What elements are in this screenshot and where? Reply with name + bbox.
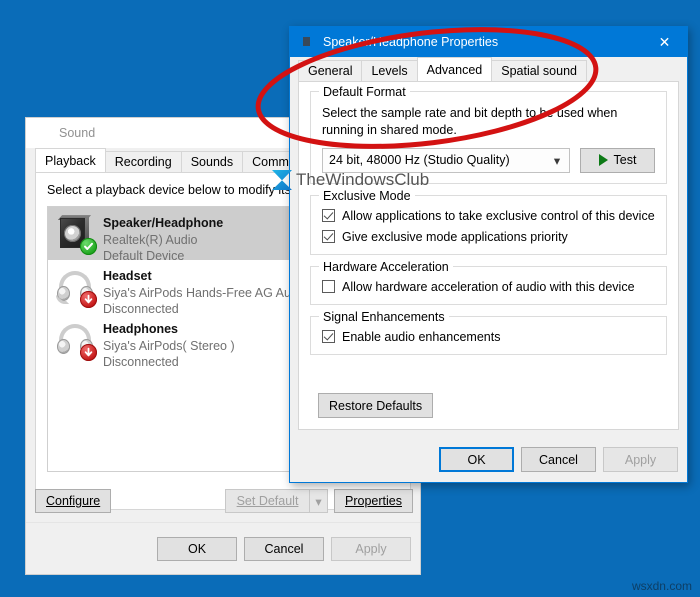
- default-format-hint: Select the sample rate and bit depth to …: [322, 106, 618, 137]
- tab-spatial-sound[interactable]: Spatial sound: [491, 60, 587, 81]
- down-arrow-badge-icon: [80, 291, 97, 308]
- properties-footer: OK Cancel Apply: [290, 437, 687, 482]
- speaker-icon: [35, 125, 51, 141]
- sound-window-footer: OK Cancel Apply: [26, 522, 420, 575]
- set-default-button[interactable]: Set Default: [225, 489, 310, 513]
- tab-general[interactable]: General: [298, 60, 363, 81]
- speaker-properties-icon: [299, 34, 315, 50]
- down-arrow-badge-icon: [80, 344, 97, 361]
- exclusive-mode-legend: Exclusive Mode: [319, 188, 415, 203]
- default-format-group: Default Format Select the sample rate an…: [310, 85, 667, 184]
- exclusive-mode-group: Exclusive Mode Allow applications to tak…: [310, 188, 667, 255]
- properties-cancel-button[interactable]: Cancel: [521, 447, 596, 472]
- headset-icon: [55, 267, 97, 309]
- check-badge-icon: [80, 238, 97, 255]
- test-button[interactable]: Test: [580, 147, 655, 173]
- audio-enhancements-label: Enable audio enhancements: [342, 329, 501, 344]
- configure-button-label: Configure: [46, 494, 101, 508]
- tab-playback[interactable]: Playback: [35, 148, 106, 172]
- properties-tabstrip[interactable]: General Levels Advanced Spatial sound: [290, 57, 687, 81]
- hardware-acceleration-legend: Hardware Acceleration: [319, 259, 453, 274]
- default-format-legend: Default Format: [319, 85, 410, 99]
- hardware-acceleration-checkbox[interactable]: [322, 280, 335, 293]
- tab-advanced[interactable]: Advanced: [416, 57, 493, 81]
- device-info: Headphones Siya's AirPods( Stereo ) Disc…: [103, 320, 235, 371]
- sound-cancel-button[interactable]: Cancel: [244, 537, 324, 561]
- exclusive-priority-checkbox-row[interactable]: Give exclusive mode applications priorit…: [322, 230, 655, 244]
- hardware-acceleration-label: Allow hardware acceleration of audio wit…: [342, 279, 635, 294]
- properties-apply-button: Apply: [603, 447, 678, 472]
- sound-window-action-bar: Configure Set Default ▾ Properties: [35, 489, 413, 513]
- device-info: Speaker/Headphone Realtek(R) Audio Defau…: [103, 214, 223, 265]
- device-driver: Siya's AirPods Hands-Free AG Audio: [103, 285, 308, 300]
- properties-dialog-title: Speaker/Headphone Properties: [323, 35, 499, 49]
- device-name: Headset: [103, 269, 152, 283]
- device-status: Disconnected: [103, 355, 179, 369]
- properties-ok-button[interactable]: OK: [439, 447, 514, 472]
- hardware-acceleration-checkbox-row[interactable]: Allow hardware acceleration of audio wit…: [322, 280, 655, 294]
- properties-titlebar[interactable]: Speaker/Headphone Properties ✕: [290, 27, 687, 57]
- chevron-down-icon[interactable]: ▾: [545, 153, 569, 168]
- chevron-down-icon[interactable]: ▾: [309, 489, 329, 513]
- sample-rate-value: 24 bit, 48000 Hz (Studio Quality): [329, 153, 510, 167]
- audio-enhancements-checkbox[interactable]: [322, 330, 335, 343]
- exclusive-control-label: Allow applications to take exclusive con…: [342, 208, 655, 223]
- signal-enhancements-group: Signal Enhancements Enable audio enhance…: [310, 309, 667, 355]
- test-button-label: Test: [613, 153, 637, 167]
- configure-button[interactable]: Configure: [35, 489, 112, 513]
- advanced-tab-panel: Default Format Select the sample rate an…: [298, 81, 679, 430]
- sample-rate-dropdown[interactable]: 24 bit, 48000 Hz (Studio Quality) ▾: [322, 147, 570, 173]
- speaker-headphone-properties-dialog[interactable]: Speaker/Headphone Properties ✕ General L…: [289, 26, 688, 483]
- sound-ok-button[interactable]: OK: [157, 537, 237, 561]
- signal-enhancements-legend: Signal Enhancements: [319, 309, 449, 324]
- hardware-acceleration-group: Hardware Acceleration Allow hardware acc…: [310, 259, 667, 305]
- sound-apply-button: Apply: [331, 537, 411, 561]
- restore-defaults-button[interactable]: Restore Defaults: [318, 393, 434, 418]
- device-driver: Realtek(R) Audio: [103, 232, 198, 247]
- headphones-icon: [55, 320, 97, 362]
- speaker-icon: [55, 214, 97, 256]
- exclusive-priority-checkbox[interactable]: [322, 230, 335, 243]
- device-status: Default Device: [103, 249, 185, 263]
- audio-enhancements-checkbox-row[interactable]: Enable audio enhancements: [322, 330, 655, 344]
- exclusive-priority-label: Give exclusive mode applications priorit…: [342, 229, 568, 244]
- default-format-row: 24 bit, 48000 Hz (Studio Quality) ▾ Test: [322, 147, 655, 173]
- tab-levels[interactable]: Levels: [361, 60, 418, 81]
- properties-button[interactable]: Properties: [334, 489, 413, 513]
- set-default-button-label: Set Default: [236, 494, 299, 508]
- exclusive-control-checkbox-row[interactable]: Allow applications to take exclusive con…: [322, 209, 655, 223]
- device-driver: Siya's AirPods( Stereo ): [103, 338, 235, 353]
- tab-recording[interactable]: Recording: [104, 151, 182, 172]
- tab-sounds[interactable]: Sounds: [180, 151, 244, 172]
- play-icon: [598, 154, 608, 166]
- device-info: Headset Siya's AirPods Hands-Free AG Aud…: [103, 267, 308, 318]
- wsxdn-watermark: wsxdn.com: [631, 579, 692, 593]
- exclusive-control-checkbox[interactable]: [322, 209, 335, 222]
- close-icon[interactable]: ✕: [642, 27, 687, 57]
- device-name: Speaker/Headphone: [103, 216, 224, 230]
- device-status: Disconnected: [103, 302, 179, 316]
- properties-button-label: Properties: [345, 494, 402, 508]
- sound-window-title: Sound: [59, 126, 96, 140]
- device-name: Headphones: [103, 322, 179, 336]
- set-default-split-button[interactable]: Set Default ▾: [225, 489, 329, 513]
